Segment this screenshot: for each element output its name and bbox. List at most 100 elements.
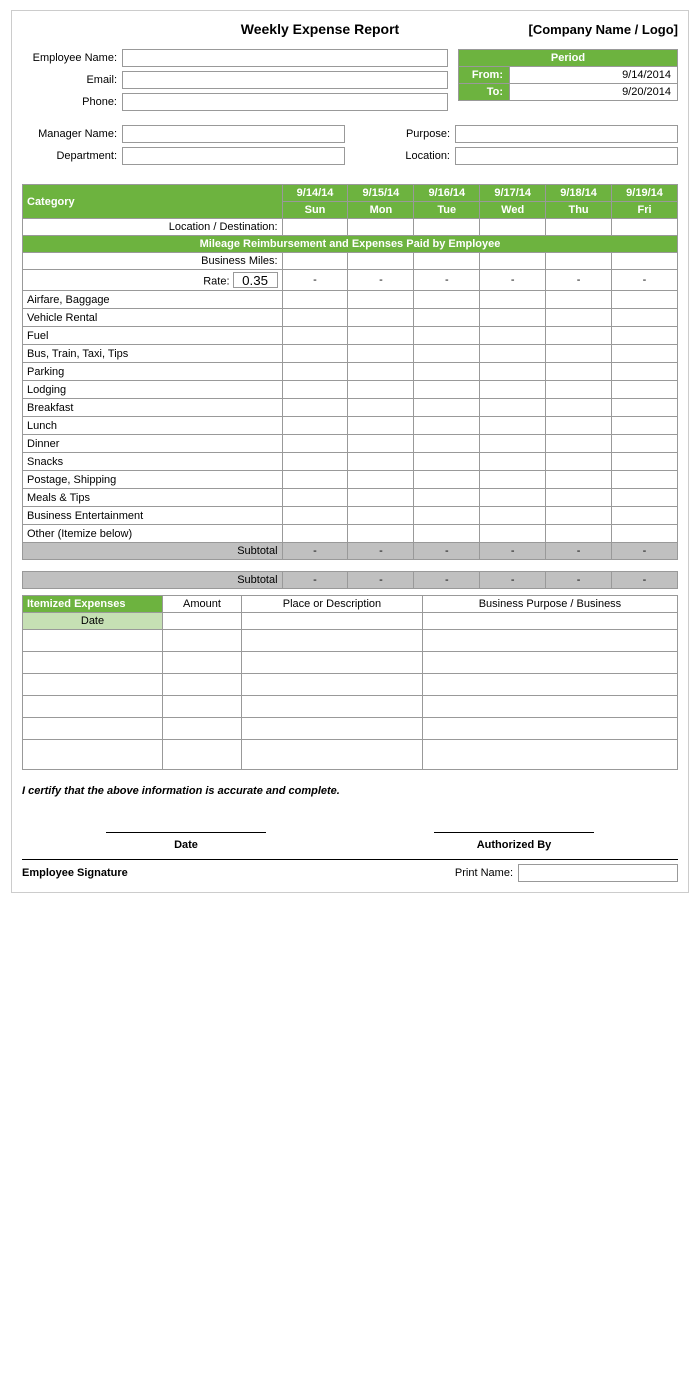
from-value: 9/14/2014 [509,67,677,83]
itemized-date-6[interactable] [23,740,163,770]
day-col-2: Mon [348,202,414,219]
airfare-thu[interactable] [546,291,612,309]
vehicle-fri[interactable] [612,309,678,327]
loc-dest-mon[interactable] [348,219,414,236]
certify-text: I certify that the above information is … [22,785,678,797]
itemized-date-3[interactable] [23,674,163,696]
row-other: Other (Itemize below) [23,525,283,543]
loc-dest-thu[interactable] [546,219,612,236]
print-name-label: Print Name: [455,867,513,879]
row-fuel: Fuel [23,327,283,345]
loc-dest-wed[interactable] [480,219,546,236]
itemized-amount-4[interactable] [163,696,242,718]
location-input[interactable] [455,147,678,165]
rate-input[interactable] [233,272,278,288]
itemized-amount-2[interactable] [163,652,242,674]
airfare-sun[interactable] [282,291,348,309]
itemized-date-2[interactable] [23,652,163,674]
purpose-label: Purpose: [355,128,455,140]
employee-name-input[interactable] [122,49,448,67]
table-row: Snacks [23,453,678,471]
period-box: Period From: 9/14/2014 To: 9/20/2014 [458,49,678,101]
itemized-business-2[interactable] [422,652,677,674]
vehicle-sun[interactable] [282,309,348,327]
day-col-1: Sun [282,202,348,219]
airfare-wed[interactable] [480,291,546,309]
rate-tue: - [414,270,480,291]
list-item [23,652,678,674]
itemized-date-4[interactable] [23,696,163,718]
row-bus: Bus, Train, Taxi, Tips [23,345,283,363]
itemized-place-4[interactable] [242,696,423,718]
biz-miles-mon[interactable] [348,253,414,270]
manager-name-input[interactable] [122,125,345,143]
table-row: Postage, Shipping [23,471,678,489]
airfare-mon[interactable] [348,291,414,309]
business-col-header: Business Purpose / Business [422,596,677,613]
loc-dest-tue[interactable] [414,219,480,236]
list-item [23,630,678,652]
email-input[interactable] [122,71,448,89]
itemized-date-5[interactable] [23,718,163,740]
purpose-input[interactable] [455,125,678,143]
row-lodging: Lodging [23,381,283,399]
department-input[interactable] [122,147,345,165]
vehicle-wed[interactable] [480,309,546,327]
itemized-business-6[interactable] [422,740,677,770]
itemized-amount-1[interactable] [163,630,242,652]
biz-miles-fri[interactable] [612,253,678,270]
itemized-amount-5[interactable] [163,718,242,740]
place-col-header: Place or Description [242,596,423,613]
spacer-row [23,560,678,572]
vehicle-tue[interactable] [414,309,480,327]
itemized-amount-6[interactable] [163,740,242,770]
employee-sig-label: Employee Signature [22,867,455,879]
itemized-business-1[interactable] [422,630,677,652]
loc-dest-sun[interactable] [282,219,348,236]
to-label: To: [459,84,509,100]
table-row: Breakfast [23,399,678,417]
table-row: Airfare, Baggage [23,291,678,309]
biz-miles-sun[interactable] [282,253,348,270]
rate-wed: - [480,270,546,291]
airfare-tue[interactable] [414,291,480,309]
itemized-date-1[interactable] [23,630,163,652]
print-name-input[interactable] [518,864,678,882]
table-row: Fuel [23,327,678,345]
location-destination-label: Location / Destination: [23,219,283,236]
company-name: [Company Name / Logo] [498,22,678,37]
email-label: Email: [22,74,122,86]
page-title: Weekly Expense Report [22,21,498,37]
itemized-place-3[interactable] [242,674,423,696]
row-snacks: Snacks [23,453,283,471]
subtotal-label-2: Subtotal [23,572,283,589]
itemized-business-3[interactable] [422,674,677,696]
row-meals: Meals & Tips [23,489,283,507]
to-value: 9/20/2014 [509,84,677,100]
airfare-fri[interactable] [612,291,678,309]
biz-miles-thu[interactable] [546,253,612,270]
list-item [23,740,678,770]
phone-input[interactable] [122,93,448,111]
itemized-place-6[interactable] [242,740,423,770]
rate-sun: - [282,270,348,291]
date-col-4: 9/17/14 [480,185,546,202]
itemized-place-1[interactable] [242,630,423,652]
itemized-place-2[interactable] [242,652,423,674]
phone-label: Phone: [22,96,122,108]
rate-thu: - [546,270,612,291]
mileage-section-header: Mileage Reimbursement and Expenses Paid … [23,236,678,253]
vehicle-thu[interactable] [546,309,612,327]
biz-miles-wed[interactable] [480,253,546,270]
vehicle-mon[interactable] [348,309,414,327]
itemized-amount-3[interactable] [163,674,242,696]
loc-dest-fri[interactable] [612,219,678,236]
biz-miles-tue[interactable] [414,253,480,270]
itemized-business-5[interactable] [422,718,677,740]
itemized-business-4[interactable] [422,696,677,718]
date-col-1: 9/14/14 [282,185,348,202]
table-row: Parking [23,363,678,381]
day-col-3: Tue [414,202,480,219]
itemized-place-5[interactable] [242,718,423,740]
itemized-table: Itemized Expenses Amount Place or Descri… [22,595,678,770]
